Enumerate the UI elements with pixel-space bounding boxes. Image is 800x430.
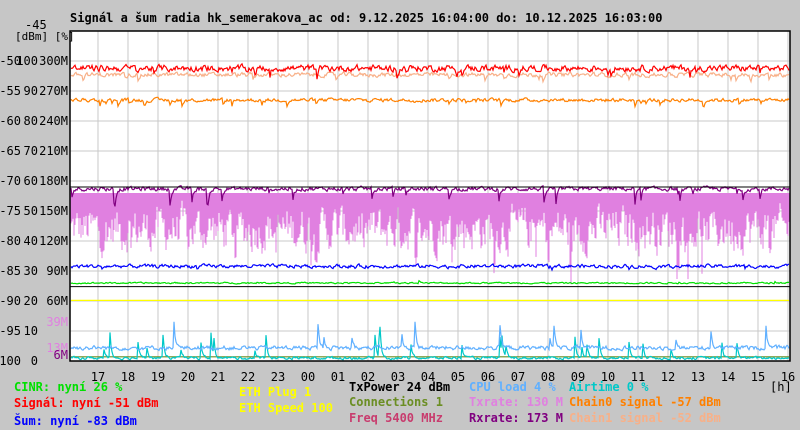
y-tick-dbm: -70 [0, 174, 21, 188]
x-tick-label: 01 [331, 370, 345, 384]
y-tick-dbm: -80 [0, 234, 21, 248]
y-tick-rate: 90M [46, 264, 68, 278]
legend-eth-speed: ETH Speed 100 [239, 401, 333, 415]
y-unit-label: [dBm] [%] [15, 30, 75, 43]
x-tick-label: 05 [451, 370, 465, 384]
y-tick-rate: 240M [39, 114, 68, 128]
y-tick-dbm: -55 [0, 84, 21, 98]
y-tick-pct: 60 [24, 174, 38, 188]
y-tick-pct: 100 [16, 54, 38, 68]
x-tick-label: 13 [691, 370, 705, 384]
chart-svg: 17 18 19 20 21 22 23 00 01 02 03 04 05 06 07 08 09 10 11 12… [0, 18, 795, 384]
y-tick-pct: 50 [24, 204, 38, 218]
y-tick-dbm: -85 [0, 264, 21, 278]
x-tick-label: 19 [151, 370, 165, 384]
y-tick-pct: 70 [24, 144, 38, 158]
x-tick-label: 00 [301, 370, 315, 384]
legend-chain0: Chain0 signal -57 dBm [569, 395, 721, 409]
y-tick-secondary: 6M [54, 348, 68, 362]
legend-airtime: Airtime 0 % [569, 380, 649, 394]
y-tick-pct: 20 [24, 294, 38, 308]
x-tick-label: 23 [271, 370, 285, 384]
legend-chain1: Chain1 signal -52 dBm [569, 411, 721, 425]
y-tick-dbm: -90 [0, 294, 21, 308]
y-tick-dbm: -75 [0, 204, 21, 218]
y-tick-rate: 120M [39, 234, 68, 248]
x-tick-label: 14 [721, 370, 735, 384]
y-tick-pct: 10 [24, 324, 38, 338]
y-tick-pct: 0 [31, 354, 38, 368]
legend-eth-plug: ETH Plug 1 [239, 385, 312, 399]
y-tick-rate: 210M [39, 144, 68, 158]
legend-txrate: Txrate: 130 M [469, 395, 563, 409]
y-tick-pct: 80 [24, 114, 38, 128]
y-tick-secondary: 39M [46, 315, 68, 329]
legend-connections: Connections 1 [349, 395, 443, 409]
x-tick-label: 20 [181, 370, 195, 384]
y-tick-dbm: -60 [0, 114, 21, 128]
x-tick-label: 12 [661, 370, 675, 384]
y-tick-rate: 150M [39, 204, 68, 218]
y-tick-pct: 40 [24, 234, 38, 248]
x-unit-label: [h] [770, 380, 792, 394]
y-tick-rate: 270M [39, 84, 68, 98]
x-tick-label: 22 [241, 370, 255, 384]
y-tick-rate: 180M [39, 174, 68, 188]
x-tick-label: 21 [211, 370, 225, 384]
legend-signal: Signál: nyní -51 dBm [14, 396, 159, 410]
y-tick-dbm: -100 [0, 354, 21, 368]
legend-cinr: CINR: nyní 26 % [14, 380, 123, 394]
y-tick-pct: 30 [24, 264, 38, 278]
x-tick-label: 15 [751, 370, 765, 384]
y-tick-pct: 90 [24, 84, 38, 98]
legend-noise: Šum: nyní -83 dBm [14, 414, 137, 428]
legend-rxrate: Rxrate: 173 M [469, 411, 563, 425]
x-tick-label: 18 [121, 370, 135, 384]
y-tick-dbm: -65 [0, 144, 21, 158]
legend-freq: Freq 5400 MHz [349, 411, 443, 425]
legend-txpower: TxPower 24 dBm [349, 380, 451, 394]
y-tick-dbm: -95 [0, 324, 21, 338]
y-tick-rate: 300M [39, 54, 68, 68]
y-tick-rate: 60M [46, 294, 68, 308]
legend-cpu: CPU load 4 % [469, 380, 556, 394]
